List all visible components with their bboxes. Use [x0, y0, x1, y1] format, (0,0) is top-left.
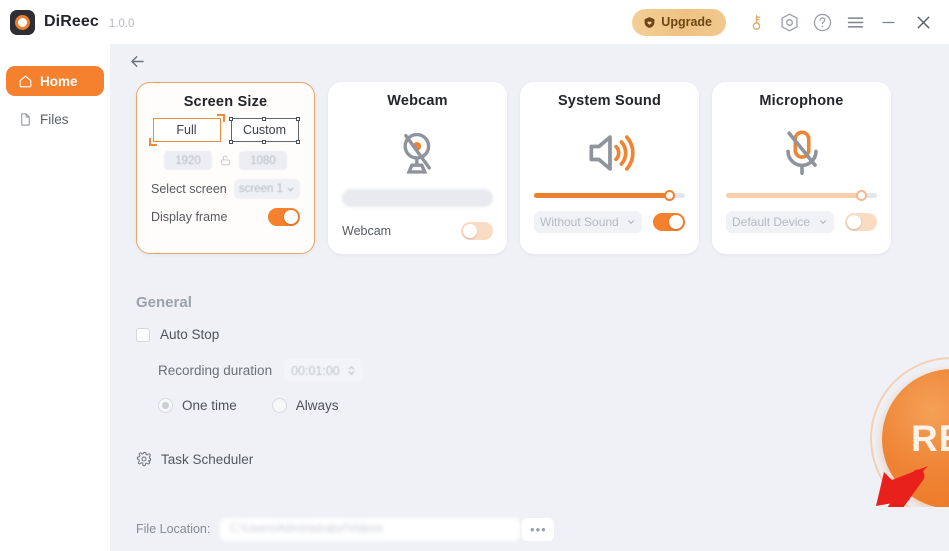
screen-mode-full-button[interactable]: Full [148, 114, 225, 146]
recording-duration-value: 00:01:00 [291, 363, 340, 378]
webcam-toggle-row: Webcam [342, 222, 493, 240]
display-frame-label: Display frame [151, 210, 228, 224]
task-scheduler-button[interactable]: Task Scheduler [136, 451, 656, 467]
card-title: Screen Size [183, 94, 268, 110]
webcam-muted-icon [402, 132, 431, 174]
general-title: General [136, 294, 192, 311]
always-label: Always [295, 398, 339, 413]
help-question-icon[interactable] [806, 6, 839, 39]
auto-stop-label: Auto Stop [160, 327, 220, 342]
card-title: Webcam [387, 93, 448, 109]
close-button[interactable] [905, 6, 941, 39]
select-screen-value: screen 1 [238, 183, 283, 195]
sidebar-item-home[interactable]: Home [6, 66, 104, 96]
auto-stop-row: Auto Stop [136, 327, 656, 342]
upgrade-button[interactable]: Upgrade [632, 8, 726, 36]
dimension-row: 1920 1080 [151, 151, 300, 170]
system-sound-volume-slider[interactable] [534, 190, 685, 201]
file-location-browse-button[interactable]: ••• [522, 517, 555, 541]
sidebar-item-label: Files [40, 111, 69, 127]
microphone-volume-slider[interactable] [726, 190, 877, 201]
screen-mode-group: Full Custom [148, 114, 300, 146]
speaker-icon [588, 135, 635, 171]
back-row [110, 44, 949, 78]
unlock-icon[interactable] [219, 154, 232, 167]
webcam-toggle[interactable] [461, 222, 493, 240]
system-sound-toggle[interactable] [653, 213, 685, 231]
app-window: DiReec 1.0.0 Upgrade Home Files Screen S… [0, 0, 949, 551]
file-location-input[interactable]: C:\Users\Administrator\Videos [220, 517, 521, 541]
app-name: DiReec [44, 13, 99, 30]
back-arrow-icon[interactable] [128, 52, 147, 71]
select-screen-label: Select screen [151, 182, 227, 196]
auto-stop-checkbox[interactable] [136, 327, 150, 342]
general-section: General Auto Stop Recording duration 00:… [136, 294, 656, 467]
task-scheduler-label: Task Scheduler [161, 451, 254, 467]
home-icon [19, 75, 32, 87]
screen-height-input[interactable]: 1080 [239, 151, 287, 170]
app-version: 1.0.0 [108, 18, 135, 30]
card-title: Microphone [759, 93, 844, 109]
record-button-label: REC [910, 417, 949, 459]
screen-mode-custom-label: Custom [242, 123, 287, 137]
microphone-foot: Default Device [726, 211, 877, 233]
sidebar-item-files[interactable]: Files [6, 104, 104, 134]
minimize-button[interactable] [872, 6, 905, 39]
always-radio[interactable] [271, 398, 287, 413]
chevron-down-icon [628, 220, 634, 224]
display-frame-toggle[interactable] [268, 208, 300, 226]
webcam-toggle-label: Webcam [342, 224, 392, 238]
one-time-label: One time [182, 398, 237, 413]
main-content: Screen Size Full Custom 1920 1080 Select… [110, 44, 949, 551]
recording-duration-row: Recording duration 00:01:00 [158, 359, 656, 382]
title-bar-actions: Upgrade [632, 0, 949, 44]
card-system-sound: System Sound Without Sound [520, 82, 699, 254]
screen-mode-full-label: Full [176, 123, 197, 137]
webcam-icon-area [342, 117, 493, 189]
select-screen-dropdown[interactable]: screen 1 [233, 179, 300, 199]
screen-mode-custom-button[interactable]: Custom [229, 116, 300, 144]
file-location-row: File Location: C:\Users\Administrator\Vi… [110, 507, 949, 551]
system-sound-device-value: Without Sound [540, 215, 619, 229]
settings-hexagon-icon[interactable] [773, 6, 806, 39]
gear-icon [136, 451, 152, 467]
heart-badge-icon [644, 16, 655, 28]
app-brand: DiReec 1.0.0 [10, 9, 135, 35]
app-logo-icon [10, 9, 35, 35]
upgrade-label: Upgrade [661, 15, 712, 29]
card-webcam: Webcam Webcam [328, 82, 507, 254]
recording-duration-stepper[interactable]: 00:01:00 [284, 359, 363, 382]
system-sound-icon-area [534, 117, 685, 189]
chevron-down-icon [820, 220, 826, 224]
recording-duration-label: Recording duration [158, 363, 273, 378]
microphone-icon-area [726, 117, 877, 189]
screen-width-input[interactable]: 1920 [164, 151, 212, 170]
repeat-radio-group: One time Always [158, 398, 656, 413]
microphone-device-dropdown[interactable]: Default Device [726, 211, 834, 233]
key-icon[interactable] [740, 6, 773, 39]
select-screen-row: Select screen screen 1 [151, 179, 300, 199]
sidebar: Home Files [0, 44, 110, 551]
file-icon [21, 112, 30, 126]
stepper-arrows-icon [348, 365, 355, 376]
system-sound-foot: Without Sound [534, 211, 685, 233]
card-microphone: Microphone Default Device [712, 82, 891, 254]
chevron-down-icon [287, 187, 294, 191]
microphone-toggle[interactable] [845, 213, 877, 231]
sidebar-item-label: Home [40, 73, 78, 89]
microphone-muted-icon [785, 130, 818, 176]
system-sound-device-dropdown[interactable]: Without Sound [534, 211, 642, 233]
hamburger-menu-icon[interactable] [839, 6, 872, 39]
title-bar: DiReec 1.0.0 Upgrade [0, 0, 949, 44]
card-title: System Sound [557, 93, 662, 109]
one-time-radio[interactable] [158, 398, 173, 413]
file-location-label: File Location: [136, 522, 211, 536]
settings-cards: Screen Size Full Custom 1920 1080 Select… [110, 78, 949, 254]
microphone-device-value: Default Device [732, 215, 811, 229]
display-frame-row: Display frame [151, 208, 300, 226]
card-screen-size: Screen Size Full Custom 1920 1080 Select… [136, 82, 315, 254]
webcam-device-dropdown[interactable] [342, 189, 493, 207]
